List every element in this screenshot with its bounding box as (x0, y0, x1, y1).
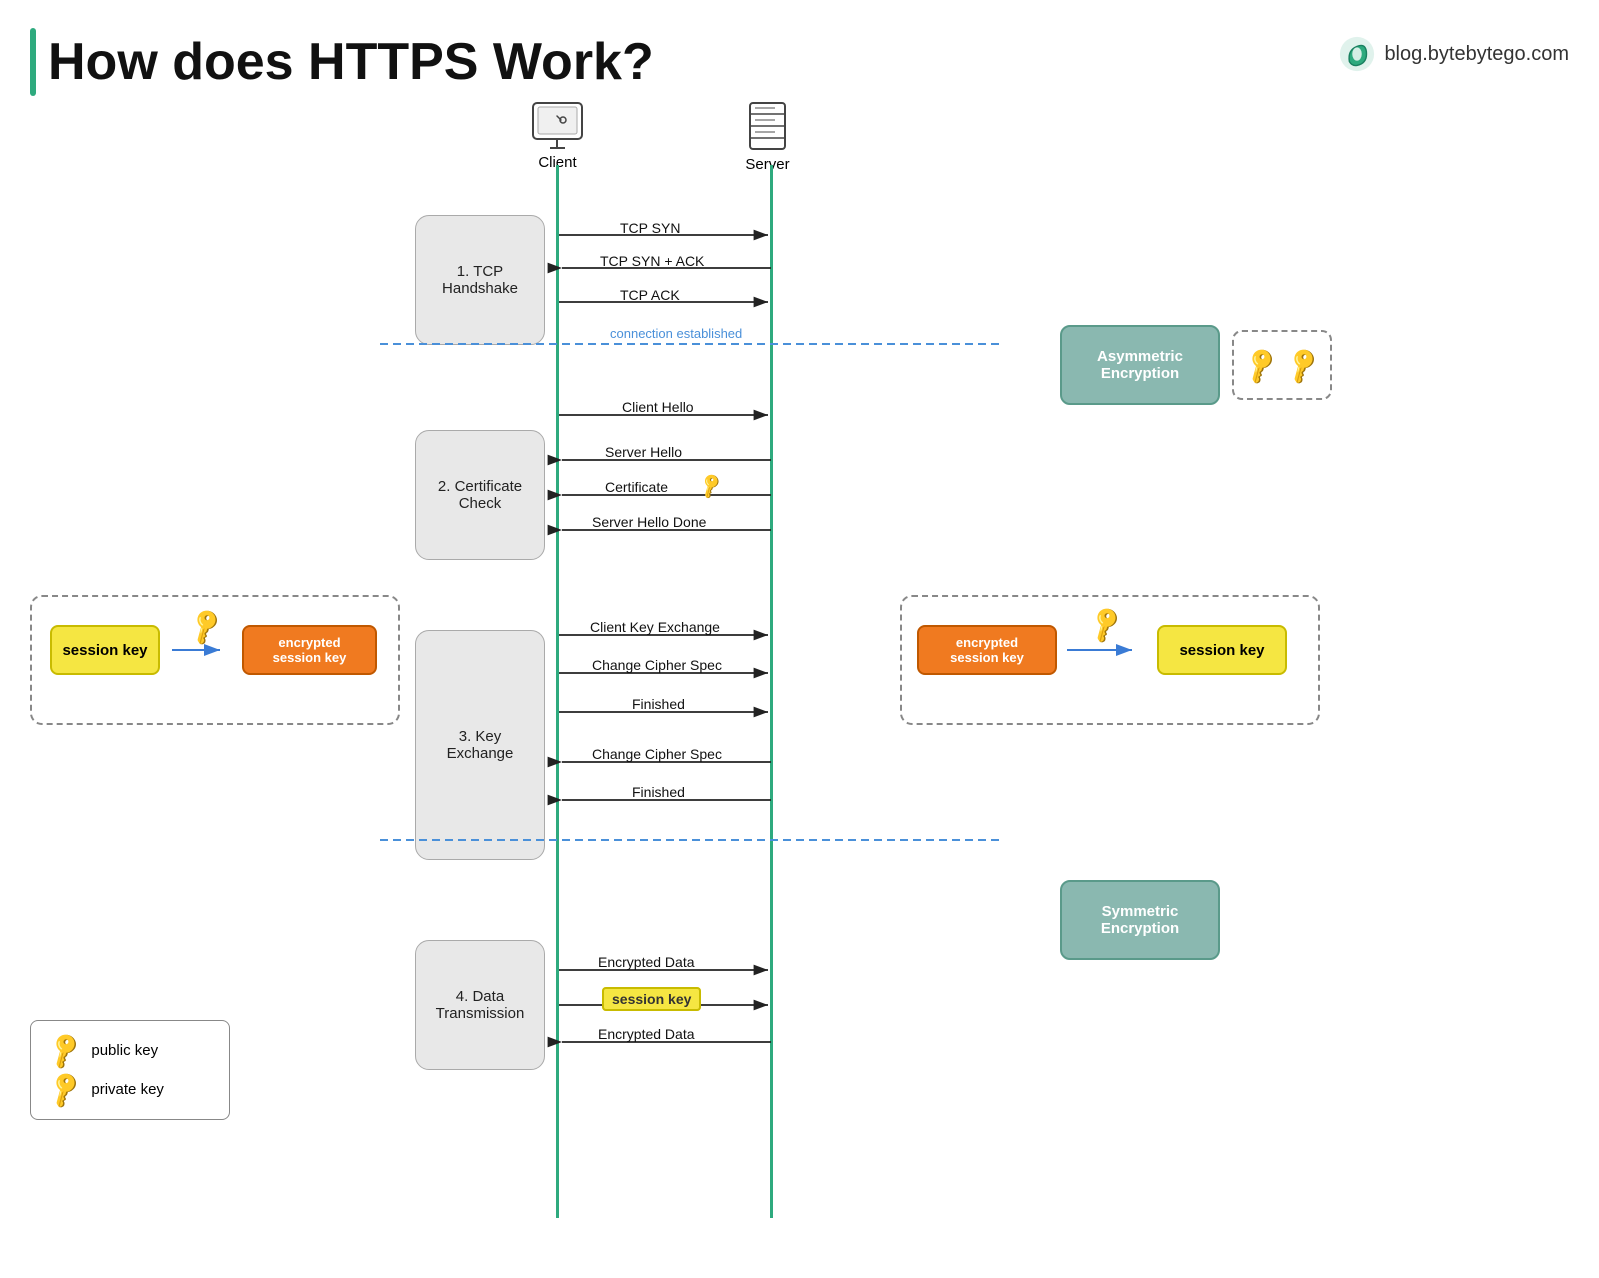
step-box-key: 3. Key Exchange (415, 630, 545, 860)
step3-label: 3. Key Exchange (447, 728, 514, 762)
legend-private-key-text: private key (91, 1081, 164, 1098)
step-box-data: 4. Data Transmission (415, 940, 545, 1070)
step1-label: 1. TCP Handshake (442, 263, 518, 297)
symmetric-enc-label: Symmetric Encryption (1101, 903, 1179, 937)
legend-private-key: 🔑 private key (49, 1074, 211, 1105)
step-box-cert: 2. Certificate Check (415, 430, 545, 560)
legend-red-key-icon: 🔑 (43, 1068, 87, 1111)
step2-label: 2. Certificate Check (438, 478, 522, 512)
msg-client-hello: Client Hello (622, 399, 694, 415)
msg-enc-data-2: Encrypted Data (598, 1026, 695, 1042)
left-enc-session-key-box: encrypted session key (242, 625, 377, 675)
right-session-key-text: session key (1179, 642, 1264, 659)
msg-client-key-exchange: Client Key Exchange (590, 619, 720, 635)
msg-change-cipher-2: Change Cipher Spec (592, 746, 722, 762)
msg-server-hello: Server Hello (605, 444, 682, 460)
server-icon (745, 100, 790, 152)
msg-certificate: Certificate (605, 479, 668, 495)
public-key-icon-top: 🔑 (1239, 343, 1283, 386)
title-accent-bar (30, 28, 36, 96)
step4-label: 4. Data Transmission (436, 988, 525, 1022)
keys-pair-dashed-box: 🔑 🔑 (1232, 330, 1332, 400)
left-session-key-text: session key (62, 642, 147, 659)
certificate-key-icon: 🔑 (696, 472, 726, 501)
right-enc-session-key-box: encrypted session key (917, 625, 1057, 675)
left-dashed-box: session key 🔑 encrypted session key (30, 595, 400, 725)
asymmetric-enc-box: Asymmetric Encryption (1060, 325, 1220, 405)
msg-tcp-ack: TCP ACK (620, 287, 680, 303)
asymmetric-enc-label: Asymmetric Encryption (1097, 348, 1183, 382)
msg-session-key-highlighted: session key (602, 991, 701, 1009)
msg-tcp-syn: TCP SYN (620, 220, 680, 236)
msg-finished-2: Finished (632, 784, 685, 800)
msg-server-hello-done: Server Hello Done (592, 514, 706, 530)
legend-box: 🔑 public key 🔑 private key (30, 1020, 230, 1120)
left-session-key-box: session key (50, 625, 160, 675)
msg-tcp-syn-ack: TCP SYN + ACK (600, 253, 704, 269)
page-title: How does HTTPS Work? (30, 28, 654, 96)
left-enc-key-text: encrypted session key (273, 635, 347, 665)
session-key-msg-text: session key (602, 987, 701, 1011)
server-label: Server (745, 156, 789, 173)
private-key-icon-top: 🔑 (1281, 343, 1325, 386)
client-actor: Client (530, 100, 585, 171)
msg-change-cipher-1: Change Cipher Spec (592, 657, 722, 673)
msg-conn-est: connection established (610, 326, 742, 341)
client-icon (530, 100, 585, 150)
symmetric-enc-box: Symmetric Encryption (1060, 880, 1220, 960)
server-lane-line (770, 165, 773, 1218)
msg-enc-data-1: Encrypted Data (598, 954, 695, 970)
right-enc-key-text: encrypted session key (950, 635, 1024, 665)
legend-blue-key-icon: 🔑 (43, 1029, 87, 1072)
brand-text: blog.bytebytego.com (1384, 43, 1569, 66)
step-box-tcp: 1. TCP Handshake (415, 215, 545, 345)
brand-label: blog.bytebytego.com (1338, 35, 1569, 73)
right-dashed-box: encrypted session key 🔑 session key (900, 595, 1320, 725)
title-text: How does HTTPS Work? (48, 32, 654, 92)
brand-logo-icon (1338, 35, 1376, 73)
msg-finished-1: Finished (632, 696, 685, 712)
client-lane-line (556, 165, 559, 1218)
legend-public-key-text: public key (91, 1042, 158, 1059)
right-session-key-box: session key (1157, 625, 1287, 675)
legend-public-key: 🔑 public key (49, 1035, 211, 1066)
server-actor: Server (745, 100, 790, 173)
